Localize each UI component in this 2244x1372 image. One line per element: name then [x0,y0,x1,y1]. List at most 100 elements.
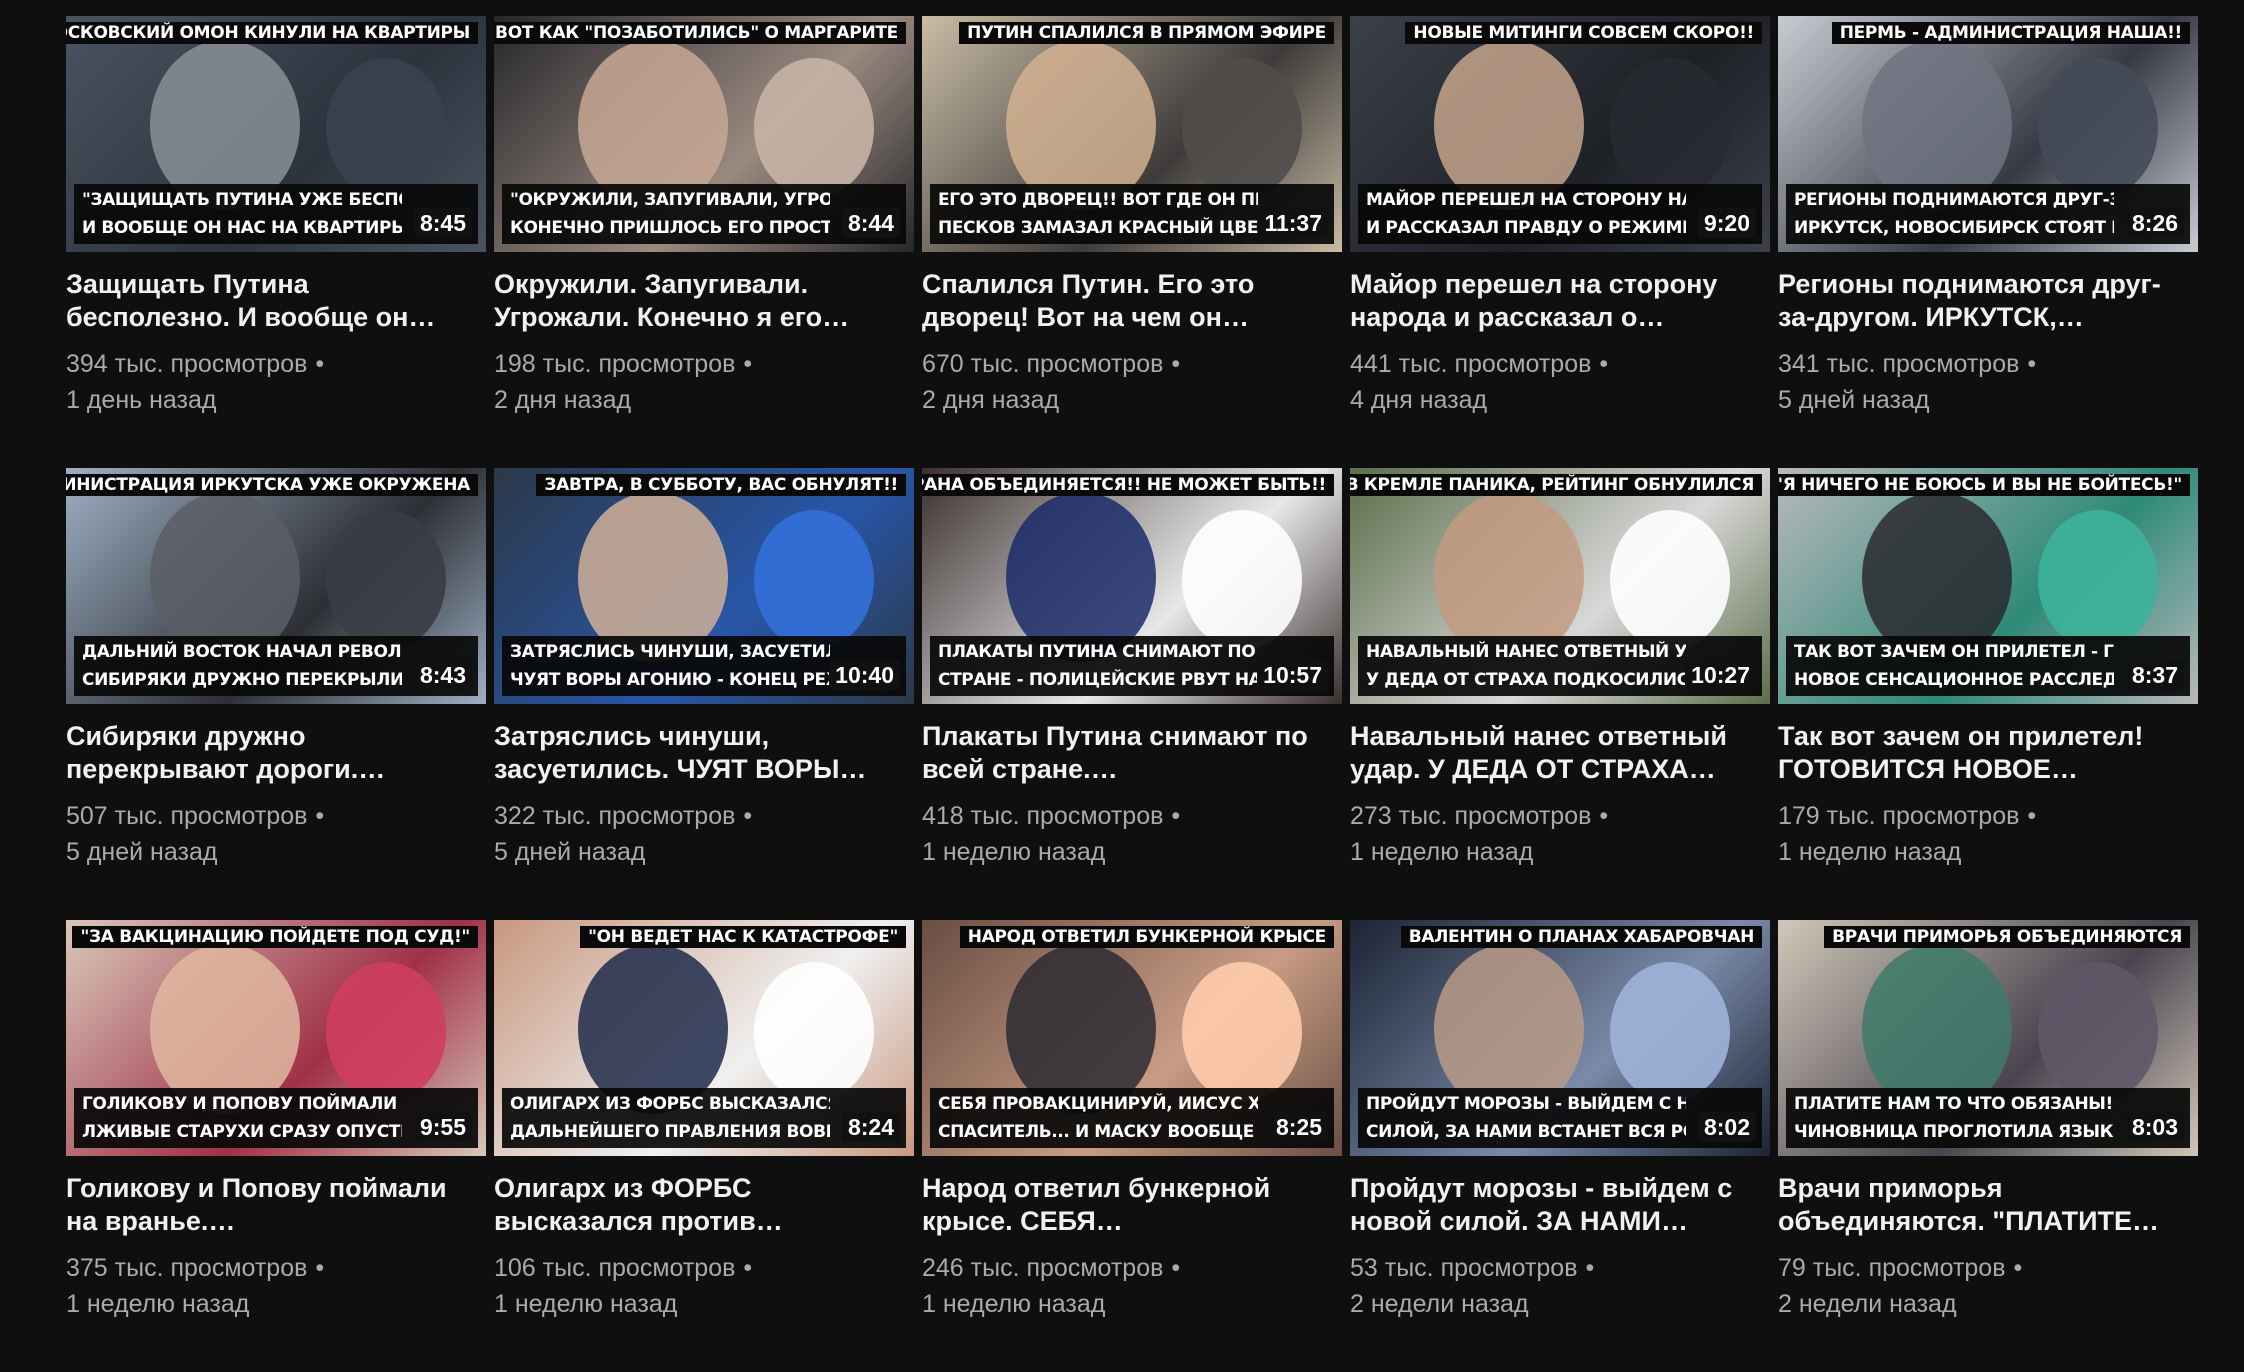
video-title[interactable]: Плакаты Путина снимают по всей стране.… [922,720,1322,786]
video-title[interactable]: Врачи приморья объединяются. "ПЛАТИТЕ… [1778,1172,2178,1238]
separator-dot: • [1171,350,1181,378]
thumbnail-caption-line: КОНЕЧНО ПРИШЛОСЬ ЕГО ПРОСТИТЬ! [510,218,830,238]
thumbnail-top-caption: В КРЕМЛЕ ПАНИКА, РЕЙТИНГ ОБНУЛИЛСЯ [1350,474,1762,496]
view-count: 394 тыс. просмотров [66,350,308,378]
video-card[interactable]: НАРОД ОТВЕТИЛ БУНКЕРНОЙ КРЫСЕ СЕБЯ ПРОВА… [922,920,1342,1372]
thumbnail-caption-line: ДАЛЬНИЙ ВОСТОК НАЧАЛ РЕВОЛЮЦИЮ!! [82,642,402,662]
duration-badge: 9:55 [413,1112,472,1142]
view-count: 507 тыс. просмотров [66,802,308,830]
thumbnail-top-caption: ВРАЧИ ПРИМОРЬЯ ОБЪЕДИНЯЮТСЯ [1824,926,2190,948]
video-meta: 670 тыс. просмотров • 2 дня назад [922,346,1342,418]
thumbnail-caption-line: МАЙОР ПЕРЕШЕЛ НА СТОРОНУ НАРОДА [1366,190,1686,210]
video-card[interactable]: СТРАНА ОБЪЕДИНЯЕТСЯ!! НЕ МОЖЕТ БЫТЬ!! ПЛ… [922,468,1342,920]
upload-age: 5 дней назад [1778,386,1930,414]
video-card[interactable]: В КРЕМЛЕ ПАНИКА, РЕЙТИНГ ОБНУЛИЛСЯ НАВАЛ… [1350,468,1770,920]
video-title[interactable]: Сибиряки дружно перекрывают дороги.… [66,720,466,786]
duration-badge: 8:44 [841,208,900,238]
duration-badge: 10:57 [1257,660,1328,690]
video-title[interactable]: Голикову и Попову поймали на вранье.… [66,1172,466,1238]
view-count: 341 тыс. просмотров [1778,350,2020,378]
video-thumbnail[interactable]: ПЕРМЬ - АДМИНИСТРАЦИЯ НАША!! РЕГИОНЫ ПОД… [1778,16,2198,252]
upload-age: 5 дней назад [494,838,646,866]
separator-dot: • [743,802,753,830]
video-meta: 53 тыс. просмотров • 2 недели назад [1350,1250,1770,1322]
thumbnail-top-caption: "Я НИЧЕГО НЕ БОЮСЬ И ВЫ НЕ БОЙТЕСЬ!" [1778,474,2190,496]
upload-age: 5 дней назад [66,838,218,866]
thumbnail-caption-line: РЕГИОНЫ ПОДНИМАЮТСЯ ДРУГ-ЗА-ДРУГОМ [1794,190,2114,210]
duration-badge: 9:20 [1697,208,1756,238]
thumbnail-figure [1182,962,1303,1103]
video-thumbnail[interactable]: "ЗА ВАКЦИНАЦИЮ ПОЙДЕТЕ ПОД СУД!" ГОЛИКОВ… [66,920,486,1156]
video-meta: 322 тыс. просмотров • 5 дней назад [494,798,914,870]
video-title[interactable]: Майор перешел на сторону народа и расска… [1350,268,1750,334]
video-card[interactable]: МОСКОВСКИЙ ОМОН КИНУЛИ НА КВАРТИРЫ "ЗАЩИ… [66,16,486,468]
video-thumbnail[interactable]: МОСКОВСКИЙ ОМОН КИНУЛИ НА КВАРТИРЫ "ЗАЩИ… [66,16,486,252]
video-thumbnail[interactable]: АДМИНИСТРАЦИЯ ИРКУТСКА УЖЕ ОКРУЖЕНА ДАЛЬ… [66,468,486,704]
video-card[interactable]: ПУТИН СПАЛИЛСЯ В ПРЯМОМ ЭФИРЕ ЕГО ЭТО ДВ… [922,16,1342,468]
thumbnail-figure [1610,510,1731,651]
upload-age: 1 неделю назад [494,1290,678,1318]
video-thumbnail[interactable]: СТРАНА ОБЪЕДИНЯЕТСЯ!! НЕ МОЖЕТ БЫТЬ!! ПЛ… [922,468,1342,704]
duration-badge: 8:02 [1697,1112,1756,1142]
video-thumbnail[interactable]: ЗАВТРА, В СУББОТУ, ВАС ОБНУЛЯТ!! ЗАТРЯСЛ… [494,468,914,704]
video-card[interactable]: ПЕРМЬ - АДМИНИСТРАЦИЯ НАША!! РЕГИОНЫ ПОД… [1778,16,2198,468]
video-card[interactable]: ВРАЧИ ПРИМОРЬЯ ОБЪЕДИНЯЮТСЯ ПЛАТИТЕ НАМ … [1778,920,2198,1372]
video-card[interactable]: "ЗА ВАКЦИНАЦИЮ ПОЙДЕТЕ ПОД СУД!" ГОЛИКОВ… [66,920,486,1372]
video-card[interactable]: НОВЫЕ МИТИНГИ СОВСЕМ СКОРО!! МАЙОР ПЕРЕШ… [1350,16,1770,468]
thumbnail-figure [754,962,875,1103]
thumbnail-caption-line: НАВАЛЬНЫЙ НАНЕС ОТВЕТНЫЙ УДАР [1366,642,1686,662]
thumbnail-figure [2038,510,2159,651]
view-count: 53 тыс. просмотров [1350,1254,1578,1282]
thumbnail-top-caption: ВАЛЕНТИН О ПЛАНАХ ХАБАРОВЧАН [1400,926,1762,948]
view-count: 375 тыс. просмотров [66,1254,308,1282]
video-thumbnail[interactable]: НАРОД ОТВЕТИЛ БУНКЕРНОЙ КРЫСЕ СЕБЯ ПРОВА… [922,920,1342,1156]
thumbnail-caption-line: ИРКУТСК, НОВОСИБИРСК СТОЯТ В СЦ [1794,218,2114,238]
video-card[interactable]: "ОН ВЕДЕТ НАС К КАТАСТРОФЕ" ОЛИГАРХ ИЗ Ф… [494,920,914,1372]
video-thumbnail[interactable]: ВАЛЕНТИН О ПЛАНАХ ХАБАРОВЧАН ПРОЙДУТ МОР… [1350,920,1770,1156]
separator-dot: • [1599,350,1609,378]
video-title[interactable]: Так вот зачем он прилетел! ГОТОВИТСЯ НОВ… [1778,720,2178,786]
video-thumbnail[interactable]: "ОН ВЕДЕТ НАС К КАТАСТРОФЕ" ОЛИГАРХ ИЗ Ф… [494,920,914,1156]
video-thumbnail[interactable]: "Я НИЧЕГО НЕ БОЮСЬ И ВЫ НЕ БОЙТЕСЬ!" ТАК… [1778,468,2198,704]
video-card[interactable]: "Я НИЧЕГО НЕ БОЮСЬ И ВЫ НЕ БОЙТЕСЬ!" ТАК… [1778,468,2198,920]
video-card[interactable]: ЗАВТРА, В СУББОТУ, ВАС ОБНУЛЯТ!! ЗАТРЯСЛ… [494,468,914,920]
thumbnail-figure [2038,58,2159,199]
video-title[interactable]: Защищать Путина бесполезно. И вообще он… [66,268,466,334]
thumbnail-figure [326,58,447,199]
thumbnail-caption-line: СИБИРЯКИ ДРУЖНО ПЕРЕКРЫЛИ ДОР [82,670,402,690]
thumbnail-top-caption: "ЗА ВАКЦИНАЦИЮ ПОЙДЕТЕ ПОД СУД!" [72,926,478,948]
thumbnail-figure [326,510,447,651]
view-count-row: 106 тыс. просмотров • [494,1250,914,1286]
video-thumbnail[interactable]: В КРЕМЛЕ ПАНИКА, РЕЙТИНГ ОБНУЛИЛСЯ НАВАЛ… [1350,468,1770,704]
duration-badge: 8:26 [2125,208,2184,238]
video-meta: 375 тыс. просмотров • 1 неделю назад [66,1250,486,1322]
video-meta: 179 тыс. просмотров • 1 неделю назад [1778,798,2198,870]
thumbnail-top-caption: АДМИНИСТРАЦИЯ ИРКУТСКА УЖЕ ОКРУЖЕНА [66,474,478,496]
thumbnail-caption-line: ПЛАТИТЕ НАМ ТО ЧТО ОБЯЗАНЫ! [1794,1094,2113,1114]
video-title[interactable]: Затряслись чинуши, засуетились. ЧУЯТ ВОР… [494,720,894,786]
video-thumbnail[interactable]: ВРАЧИ ПРИМОРЬЯ ОБЪЕДИНЯЮТСЯ ПЛАТИТЕ НАМ … [1778,920,2198,1156]
upload-age: 1 неделю назад [922,838,1106,866]
video-card[interactable]: ВОТ КАК "ПОЗАБОТИЛИСЬ" О МАРГАРИТЕ "ОКРУ… [494,16,914,468]
thumbnail-top-caption: ВОТ КАК "ПОЗАБОТИЛИСЬ" О МАРГАРИТЕ [494,22,906,44]
video-title[interactable]: Окружили. Запугивали. Угрожали. Конечно … [494,268,894,334]
thumbnail-caption-line: ОЛИГАРХ ИЗ ФОРБС ВЫСКАЗАЛСЯ ПРОТИВ [510,1094,830,1114]
video-thumbnail[interactable]: НОВЫЕ МИТИНГИ СОВСЕМ СКОРО!! МАЙОР ПЕРЕШ… [1350,16,1770,252]
video-title[interactable]: Народ ответил бункерной крысе. СЕБЯ… [922,1172,1322,1238]
view-count: 322 тыс. просмотров [494,802,736,830]
video-title[interactable]: Пройдут морозы - выйдем с новой силой. З… [1350,1172,1750,1238]
view-count-row: 322 тыс. просмотров • [494,798,914,834]
video-title[interactable]: Регионы поднимаются друг-за-другом. ИРКУ… [1778,268,2178,334]
video-card[interactable]: АДМИНИСТРАЦИЯ ИРКУТСКА УЖЕ ОКРУЖЕНА ДАЛЬ… [66,468,486,920]
video-thumbnail[interactable]: ПУТИН СПАЛИЛСЯ В ПРЯМОМ ЭФИРЕ ЕГО ЭТО ДВ… [922,16,1342,252]
video-title[interactable]: Олигарх из ФОРБС высказался против… [494,1172,894,1238]
view-count: 179 тыс. просмотров [1778,802,2020,830]
view-count: 441 тыс. просмотров [1350,350,1592,378]
separator-dot: • [743,1254,753,1282]
thumbnail-top-caption: НАРОД ОТВЕТИЛ БУНКЕРНОЙ КРЫСЕ [959,926,1334,948]
video-title[interactable]: Навальный нанес ответный удар. У ДЕДА ОТ… [1350,720,1750,786]
video-thumbnail[interactable]: ВОТ КАК "ПОЗАБОТИЛИСЬ" О МАРГАРИТЕ "ОКРУ… [494,16,914,252]
video-title[interactable]: Спалился Путин. Его это дворец! Вот на ч… [922,268,1322,334]
video-card[interactable]: ВАЛЕНТИН О ПЛАНАХ ХАБАРОВЧАН ПРОЙДУТ МОР… [1350,920,1770,1372]
thumbnail-figure [1610,962,1731,1103]
